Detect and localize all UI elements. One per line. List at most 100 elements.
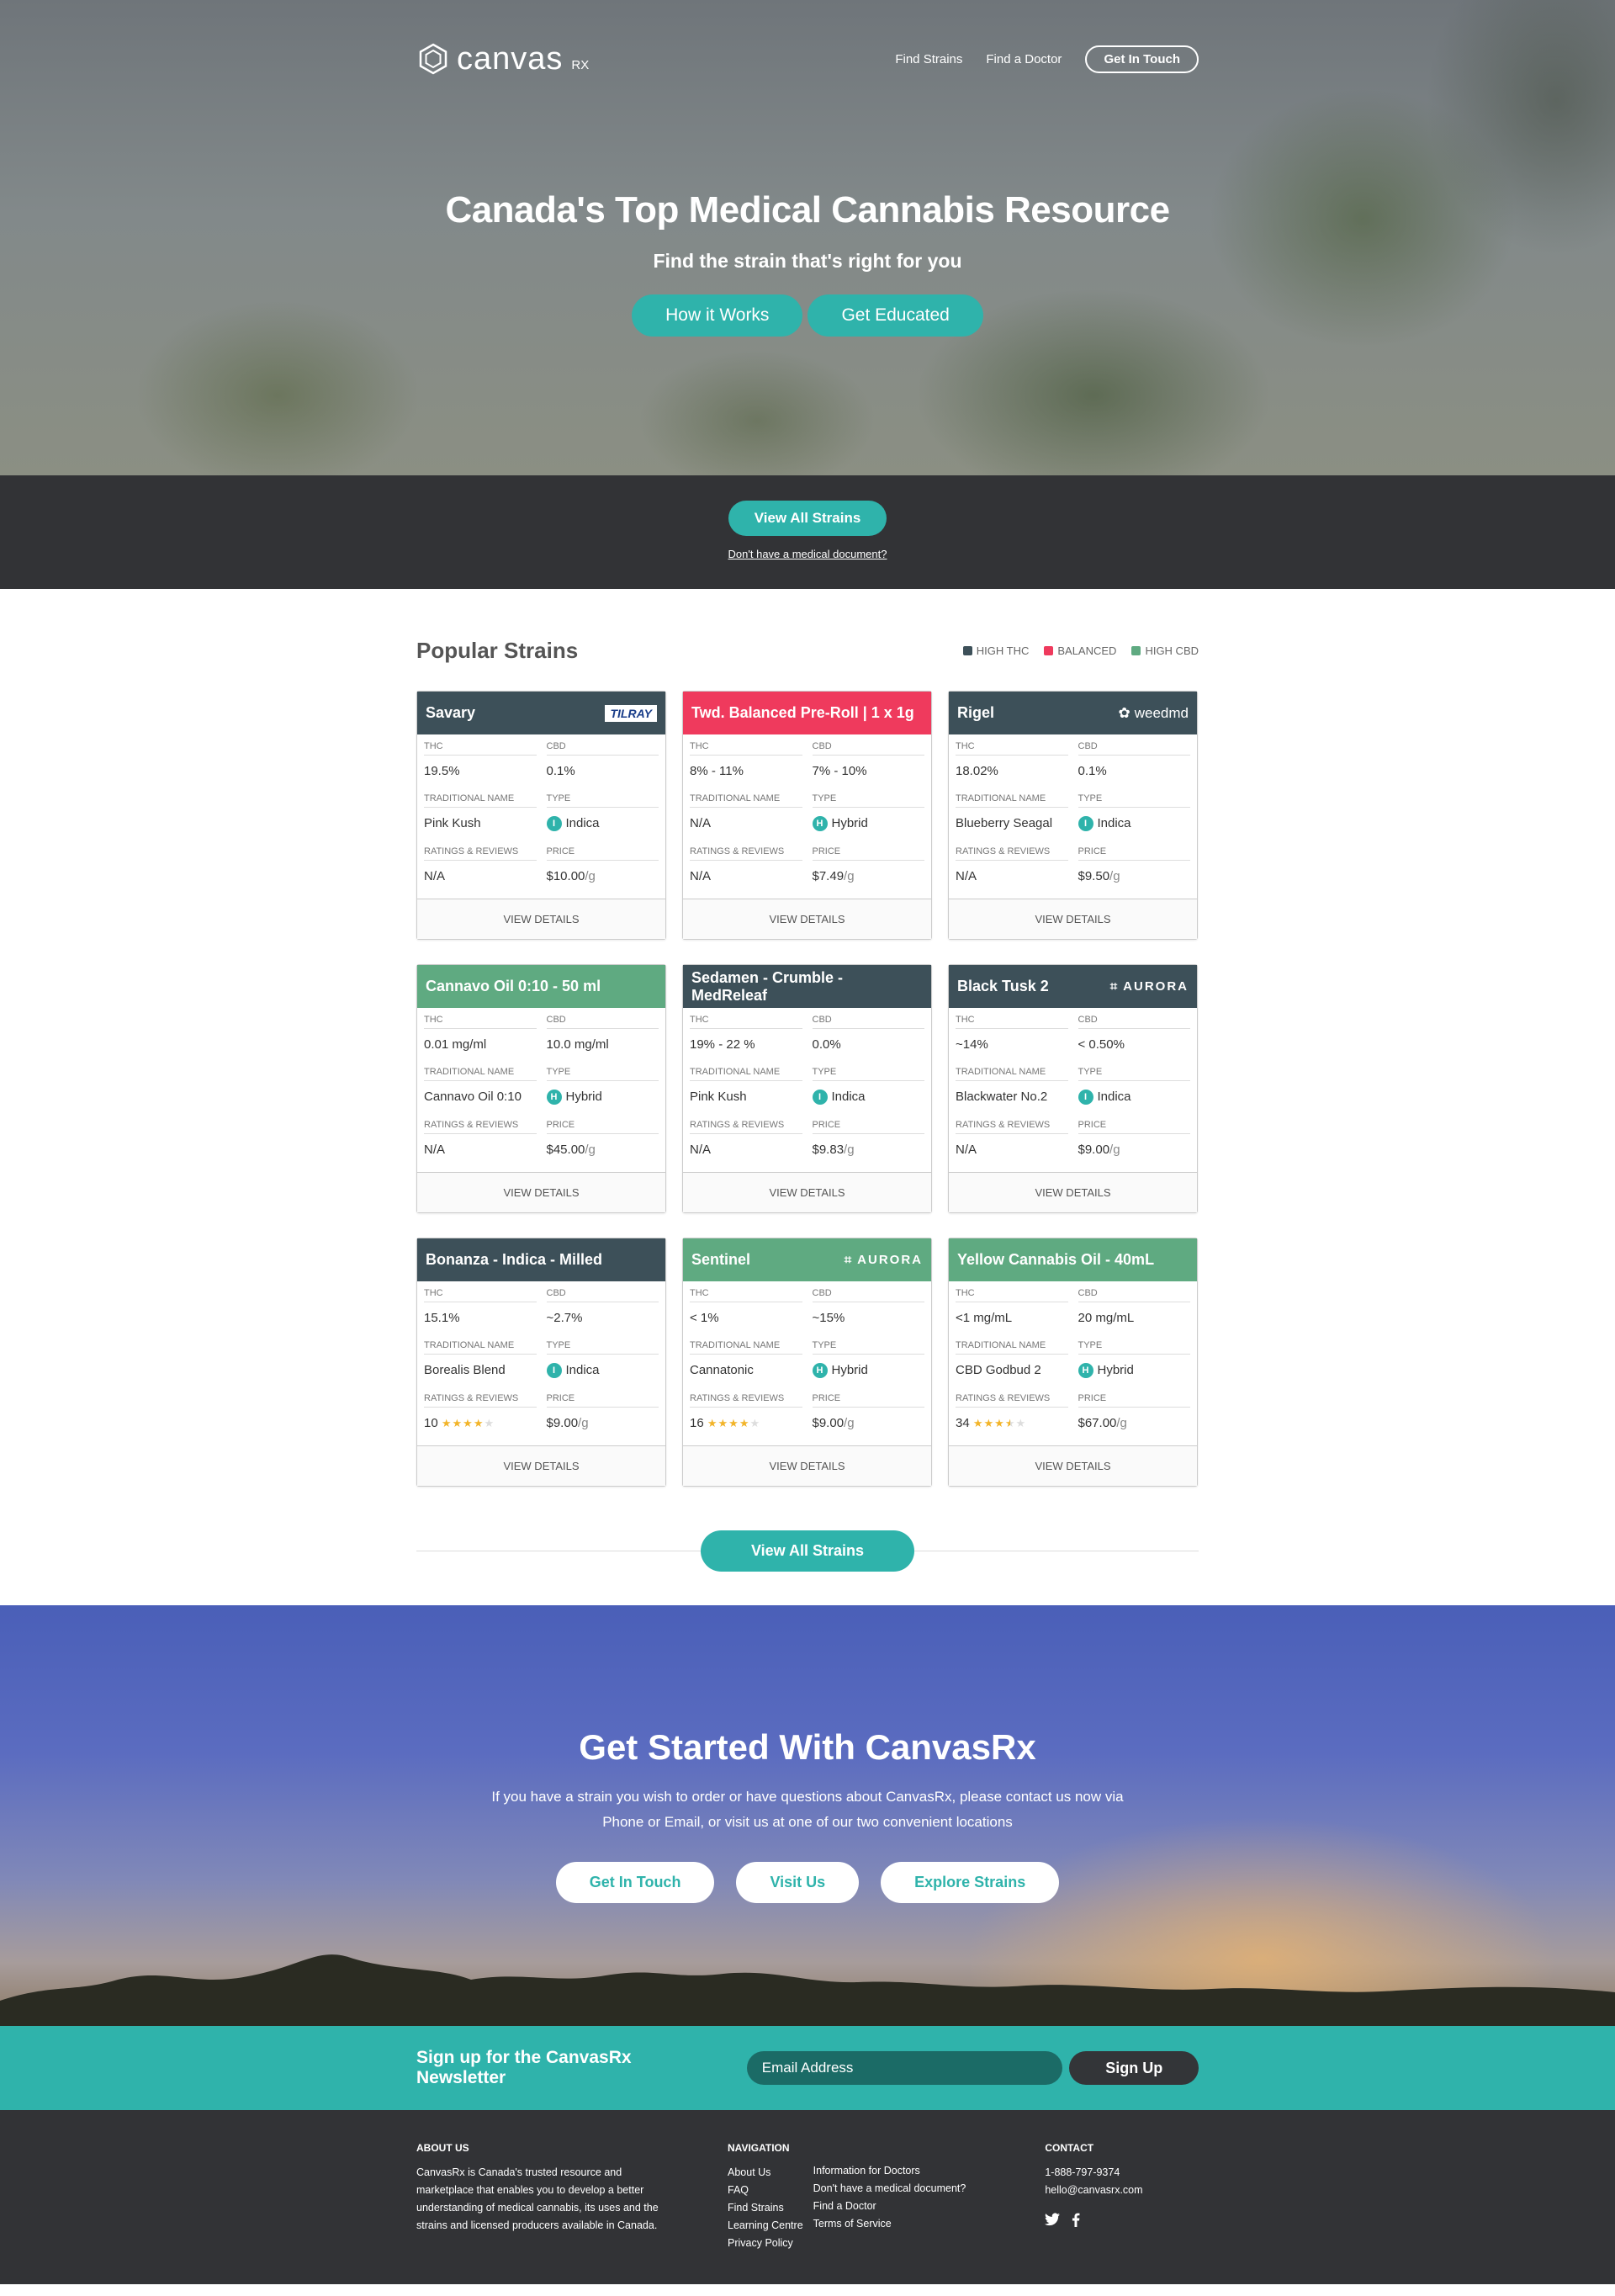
strain-name[interactable]: Twd. Balanced Pre-Roll | 1 x 1g: [691, 704, 914, 722]
type-icon: H: [1078, 1363, 1093, 1379]
ratings-value: 34 ★★★★★: [956, 1407, 1068, 1439]
logo-text: canvas: [457, 40, 564, 77]
strain-name[interactable]: Sentinel: [691, 1251, 750, 1269]
cbd-label: CBD: [812, 1015, 832, 1026]
strain-name[interactable]: Rigel: [957, 704, 994, 722]
strain-card[interactable]: Bonanza - Indica - Milled THC 15.1% CBD ~2.7…: [416, 1238, 666, 1487]
type-label: TYPE: [1078, 1340, 1103, 1351]
sign-up-button[interactable]: Sign Up: [1069, 2051, 1199, 2086]
strain-card-header[interactable]: Sentinel ⌗ AURORA: [683, 1238, 931, 1282]
ratings-value: N/A: [956, 1133, 1068, 1165]
traditional-name-label: TRADITIONAL NAME: [424, 793, 515, 803]
type-label: TYPE: [546, 793, 571, 803]
thc-value: <1 mg/mL: [956, 1302, 1068, 1334]
strain-name[interactable]: Bonanza - Indica - Milled: [426, 1251, 602, 1269]
footer-link-find-doctor[interactable]: Find a Doctor: [813, 2198, 966, 2215]
strain-card[interactable]: Sedamen - Crumble - MedReleaf THC 19% - 22…: [682, 964, 932, 1214]
view-all-strains-button[interactable]: View All Strains: [728, 501, 887, 536]
strain-name[interactable]: Sedamen - Crumble - MedReleaf: [691, 969, 923, 1005]
strain-card[interactable]: Rigel ✿ weedmd THC 18.02% CBD 0.1% TRADITIONAL …: [948, 691, 1198, 941]
get-started-section: Get Started With CanvasRx If you have a …: [0, 1605, 1615, 2027]
brand-logo: ⌗ AURORA: [1109, 979, 1189, 994]
traditional-name-label: TRADITIONAL NAME: [956, 1067, 1046, 1078]
price-value: $67.00/g: [1078, 1407, 1190, 1439]
footer-email[interactable]: hello@canvasrx.com: [1045, 2182, 1142, 2199]
visit-us-button[interactable]: Visit Us: [736, 1862, 860, 1904]
strain-card[interactable]: Sentinel ⌗ AURORA THC < 1% CBD ~15% TRADITIONAL…: [682, 1238, 932, 1487]
strain-card-header[interactable]: Cannavo Oil 0:10 - 50 ml: [417, 965, 665, 1009]
get-in-touch-button[interactable]: Get In Touch: [1085, 45, 1199, 73]
legend-label: HIGH CBD: [1145, 644, 1199, 657]
price-label: PRICE: [812, 846, 841, 857]
price-value: $9.00/g: [546, 1407, 659, 1439]
type-label: TYPE: [546, 1067, 571, 1078]
type-value: H Hybrid: [812, 807, 924, 840]
cbd-value: 0.1%: [546, 755, 659, 787]
view-details-button[interactable]: VIEW DETAILS: [949, 1445, 1197, 1487]
cbd-value: 0.1%: [1078, 755, 1190, 787]
strain-card-header[interactable]: Bonanza - Indica - Milled: [417, 1238, 665, 1282]
type-value: I Indica: [1078, 807, 1190, 840]
section-title: Popular Strains: [416, 638, 579, 663]
logo[interactable]: canvas RX: [416, 41, 589, 77]
ratings-value: 10 ★★★★★: [424, 1407, 537, 1439]
nav-find-strains[interactable]: Find Strains: [895, 52, 962, 66]
view-details-button[interactable]: VIEW DETAILS: [949, 899, 1197, 940]
strain-card-header[interactable]: Twd. Balanced Pre-Roll | 1 x 1g: [683, 692, 931, 734]
footer-about-text: CanvasRx is Canada's trusted resource an…: [416, 2166, 659, 2232]
get-in-touch-button[interactable]: Get In Touch: [555, 1862, 715, 1904]
strain-card[interactable]: Savary TILRAY THC 19.5% CBD 0.1% TRADITIONAL N…: [416, 691, 666, 941]
view-all-strains-button[interactable]: View All Strains: [700, 1530, 915, 1572]
view-details-button[interactable]: VIEW DETAILS: [417, 1445, 665, 1487]
view-details-button[interactable]: VIEW DETAILS: [949, 1172, 1197, 1213]
cbd-label: CBD: [546, 741, 566, 751]
explore-strains-button[interactable]: Explore Strains: [881, 1862, 1060, 1904]
strain-card-header[interactable]: Rigel ✿ weedmd: [949, 692, 1197, 734]
footer-link-terms[interactable]: Terms of Service: [813, 2215, 966, 2233]
brand-logo: ✿ weedmd: [1118, 704, 1189, 721]
type-label: TYPE: [812, 793, 837, 803]
thc-label: THC: [690, 1015, 709, 1026]
footer-link-find-strains[interactable]: Find Strains: [728, 2199, 803, 2217]
strain-card[interactable]: Twd. Balanced Pre-Roll | 1 x 1g THC 8% - 1…: [682, 691, 932, 941]
price-label: PRICE: [1078, 846, 1107, 857]
hero-subtitle: Find the strain that's right for you: [653, 250, 962, 272]
cbd-label: CBD: [812, 1288, 832, 1299]
strain-card-header[interactable]: Savary TILRAY: [417, 692, 665, 734]
view-details-button[interactable]: VIEW DETAILS: [417, 899, 665, 940]
footer-phone[interactable]: 1-888-797-9374: [1045, 2164, 1142, 2182]
footer-link-learning-centre[interactable]: Learning Centre: [728, 2217, 803, 2235]
facebook-icon[interactable]: [1072, 2213, 1080, 2233]
strain-card-header[interactable]: Yellow Cannabis Oil - 40mL: [949, 1238, 1197, 1282]
no-medical-document-link[interactable]: Don't have a medical document?: [0, 548, 1615, 560]
how-it-works-button[interactable]: How it Works: [632, 294, 803, 337]
strain-name[interactable]: Cannavo Oil 0:10 - 50 ml: [426, 978, 601, 995]
ratings-label: RATINGS & REVIEWS: [690, 1393, 785, 1404]
traditional-name-label: TRADITIONAL NAME: [956, 793, 1046, 803]
strain-name[interactable]: Yellow Cannabis Oil - 40mL: [957, 1251, 1154, 1269]
footer-link-about[interactable]: About Us: [728, 2164, 803, 2182]
nav-find-doctor[interactable]: Find a Doctor: [986, 52, 1062, 66]
footer-link-privacy[interactable]: Privacy Policy: [728, 2235, 803, 2252]
strain-card[interactable]: Black Tusk 2 ⌗ AURORA THC ~14% CBD < 0.50% TRAD…: [948, 964, 1198, 1214]
strain-name[interactable]: Black Tusk 2: [957, 978, 1049, 995]
footer-link-doctors-info[interactable]: Information for Doctors: [813, 2162, 966, 2180]
get-educated-button[interactable]: Get Educated: [808, 294, 983, 337]
view-details-button[interactable]: VIEW DETAILS: [417, 1172, 665, 1213]
view-details-button[interactable]: VIEW DETAILS: [683, 899, 931, 940]
strain-name[interactable]: Savary: [426, 704, 475, 722]
strain-card[interactable]: Cannavo Oil 0:10 - 50 ml THC 0.01 mg/ml CBD…: [416, 964, 666, 1214]
traditional-name-value: CBD Godbud 2: [956, 1354, 1068, 1386]
view-details-button[interactable]: VIEW DETAILS: [683, 1445, 931, 1487]
email-field[interactable]: [746, 2051, 1063, 2086]
twitter-icon[interactable]: [1045, 2213, 1061, 2233]
footer-link-no-document[interactable]: Don't have a medical document?: [813, 2180, 966, 2198]
treeline-image: [0, 1954, 1615, 2027]
strain-card-header[interactable]: Black Tusk 2 ⌗ AURORA: [949, 965, 1197, 1009]
view-details-button[interactable]: VIEW DETAILS: [683, 1172, 931, 1213]
footer-link-faq[interactable]: FAQ: [728, 2182, 803, 2199]
ratings-label: RATINGS & REVIEWS: [956, 846, 1051, 857]
newsletter-title: Sign up for the CanvasRx Newsletter: [416, 2048, 632, 2088]
strain-card[interactable]: Yellow Cannabis Oil - 40mL THC <1 mg/mL CBD…: [948, 1238, 1198, 1487]
strain-card-header[interactable]: Sedamen - Crumble - MedReleaf: [683, 965, 931, 1009]
